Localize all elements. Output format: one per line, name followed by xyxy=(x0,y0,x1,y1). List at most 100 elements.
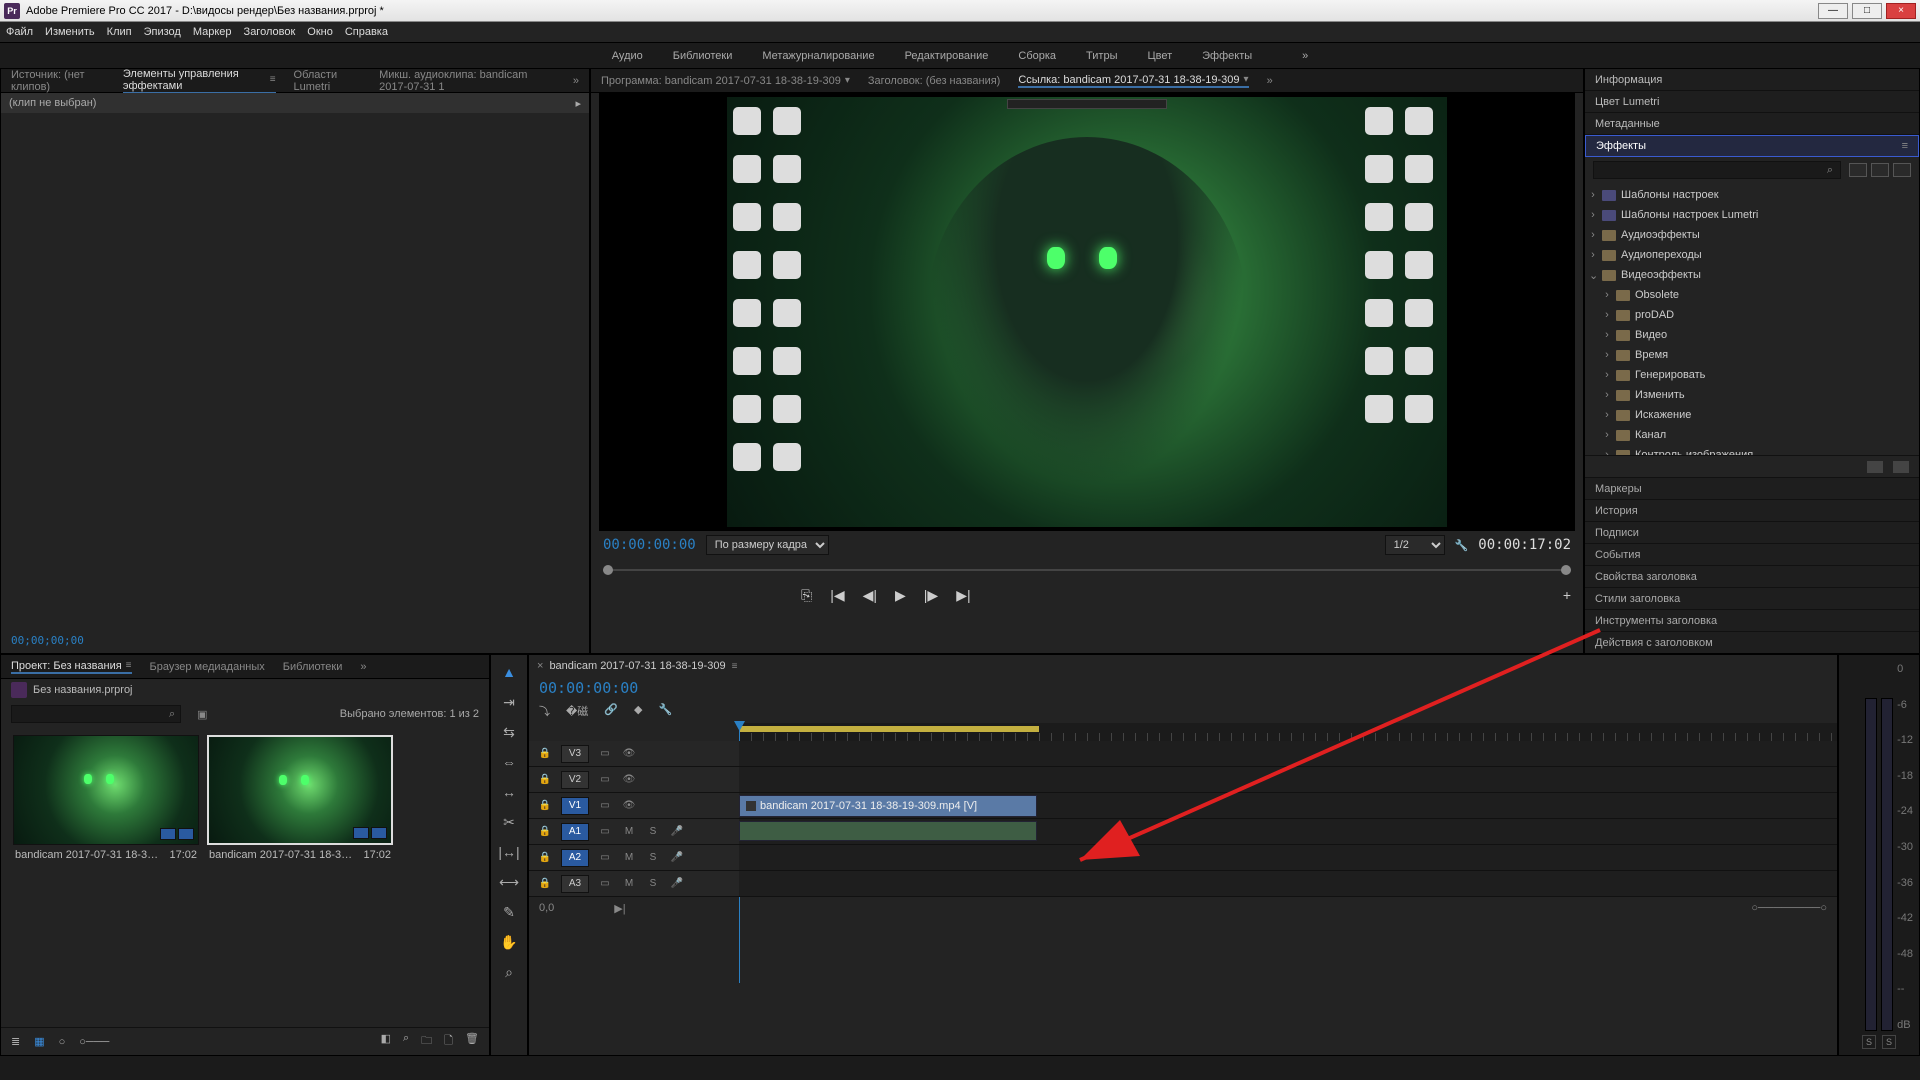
mark-in-button[interactable]: ⎘ xyxy=(801,587,812,604)
effects-node[interactable]: ›Контроль изображения xyxy=(1589,445,1915,455)
effects-node[interactable]: ›Аудиоэффекты xyxy=(1589,225,1915,245)
panel-menu-icon[interactable]: ≡ xyxy=(270,74,276,85)
menu-sequence[interactable]: Эпизод xyxy=(144,26,181,38)
step-back-button[interactable]: ◀| xyxy=(863,587,877,604)
rate-tool-icon[interactable]: ↔ xyxy=(498,781,520,803)
workspace-editing[interactable]: Редактирование xyxy=(905,50,989,62)
zoom-fit-select[interactable]: По размеру кадра xyxy=(706,535,829,555)
accel-filter-icon[interactable] xyxy=(1849,163,1867,177)
next-edit-icon[interactable]: ▶| xyxy=(614,902,625,915)
menu-title[interactable]: Заголовок xyxy=(244,26,296,38)
close-sequence-icon[interactable]: × xyxy=(537,660,543,672)
tab-program[interactable]: Программа: bandicam 2017-07-31 18-38-19-… xyxy=(601,75,850,87)
panel-menu-icon[interactable]: ≡ xyxy=(732,661,738,672)
lock-icon[interactable]: 🔒 xyxy=(537,876,553,892)
pen-tool-icon[interactable]: ✎ xyxy=(498,901,520,923)
sync-lock-icon[interactable]: ▭ xyxy=(597,798,613,814)
button-editor-icon[interactable]: + xyxy=(1563,587,1571,603)
step-forward-button[interactable]: |▶ xyxy=(924,587,938,604)
toggle-output-icon[interactable]: 👁 xyxy=(621,746,637,762)
menu-window[interactable]: Окно xyxy=(307,26,333,38)
track-target[interactable]: A3 xyxy=(561,875,589,893)
selection-tool-icon[interactable]: ▲ xyxy=(498,661,520,683)
workspace-assembly[interactable]: Сборка xyxy=(1018,50,1056,62)
tab-lumetri-scopes[interactable]: Области Lumetri xyxy=(294,69,362,93)
effects-node[interactable]: ⌄Видеоэффекты xyxy=(1589,265,1915,285)
playback-res-select[interactable]: 1/2 xyxy=(1385,535,1445,555)
program-scrubber[interactable] xyxy=(603,563,1571,577)
find-icon[interactable]: ⌕ xyxy=(403,1032,409,1051)
sync-lock-icon[interactable]: ▭ xyxy=(597,772,613,788)
toggle-output-icon[interactable]: M xyxy=(621,824,637,840)
effects-node[interactable]: ›Время xyxy=(1589,345,1915,365)
icon-view-icon[interactable]: ▦ xyxy=(34,1035,44,1048)
ripple-tool-icon[interactable]: ⇆ xyxy=(498,721,520,743)
insert-icon[interactable]: ⤵ xyxy=(539,703,550,719)
tab-project[interactable]: Проект: Без названия ≡ xyxy=(11,660,132,674)
time-ruler[interactable] xyxy=(739,723,1837,741)
solo-icon[interactable]: S xyxy=(645,850,661,866)
list-view-icon[interactable]: ≣ xyxy=(11,1035,20,1048)
collapsed-panel[interactable]: Подписи xyxy=(1585,521,1919,543)
menu-edit[interactable]: Изменить xyxy=(45,26,95,38)
audio-track[interactable]: 🔒A1▭MS🎤 xyxy=(529,819,1837,845)
zoom-scrollbar[interactable]: ○────────○ xyxy=(1751,902,1827,914)
effects-node[interactable]: ›Генерировать xyxy=(1589,365,1915,385)
effects-node[interactable]: ›Искажение xyxy=(1589,405,1915,425)
tab-reference[interactable]: Ссылка: bandicam 2017-07-31 18-38-19-309… xyxy=(1018,74,1248,88)
toggle-output-icon[interactable]: M xyxy=(621,850,637,866)
effects-node[interactable]: ›Шаблоны настроек Lumetri xyxy=(1589,205,1915,225)
workspace-color[interactable]: Цвет xyxy=(1147,50,1172,62)
project-item[interactable]: bandicam 2017-07-31 18-3…17:02 xyxy=(13,735,199,865)
delete-icon[interactable] xyxy=(1893,461,1909,473)
audio-track[interactable]: 🔒A2▭MS🎤 xyxy=(529,845,1837,871)
effect-timecode[interactable]: 00;00;00;00 xyxy=(1,628,589,653)
marker-icon[interactable]: ◆ xyxy=(634,703,642,719)
clear-icon[interactable]: 🗑 xyxy=(465,1032,479,1051)
collapsed-panel[interactable]: Маркеры xyxy=(1585,477,1919,499)
lock-icon[interactable]: 🔒 xyxy=(537,850,553,866)
menu-help[interactable]: Справка xyxy=(345,26,388,38)
slide-tool-icon[interactable]: ⟷ xyxy=(498,871,520,893)
yuv-filter-icon[interactable] xyxy=(1893,163,1911,177)
workspace-audio[interactable]: Аудио xyxy=(612,50,643,62)
hand-tool-icon[interactable]: ✋ xyxy=(498,931,520,953)
audio-track[interactable]: 🔒A3▭MS🎤 xyxy=(529,871,1837,897)
track-select-tool-icon[interactable]: ⇥ xyxy=(498,691,520,713)
linked-sel-icon[interactable]: 🔗 xyxy=(604,703,618,719)
new-bin-icon[interactable] xyxy=(1867,461,1883,473)
panel-info[interactable]: Информация xyxy=(1585,69,1919,91)
toggle-output-icon[interactable]: 👁 xyxy=(621,772,637,788)
workspace-libraries[interactable]: Библиотеки xyxy=(673,50,733,62)
zoom-slider[interactable]: ○─── xyxy=(79,1036,109,1048)
32bit-filter-icon[interactable] xyxy=(1871,163,1889,177)
collapsed-panel[interactable]: Действия с заголовком xyxy=(1585,631,1919,653)
new-bin-icon[interactable]: 🗀 xyxy=(421,1032,432,1051)
track-target[interactable]: A1 xyxy=(561,823,589,841)
sync-lock-icon[interactable]: ▭ xyxy=(597,824,613,840)
track-target[interactable]: V3 xyxy=(561,745,589,763)
slip-tool-icon[interactable]: |↔| xyxy=(498,841,520,863)
goto-out-button[interactable]: ▶| xyxy=(956,587,970,604)
program-viewport[interactable] xyxy=(599,93,1575,531)
toggle-output-icon[interactable]: 👁 xyxy=(621,798,637,814)
solo-left[interactable]: S xyxy=(1862,1035,1876,1049)
collapsed-panel[interactable]: История xyxy=(1585,499,1919,521)
sync-lock-icon[interactable]: ▭ xyxy=(597,850,613,866)
zoom-tool-icon[interactable]: ⌕ xyxy=(498,961,520,983)
menu-marker[interactable]: Маркер xyxy=(193,26,232,38)
project-item[interactable]: bandicam 2017-07-31 18-3…17:02 xyxy=(207,735,393,865)
effects-node[interactable]: ›Видео xyxy=(1589,325,1915,345)
project-search-input[interactable] xyxy=(11,705,181,723)
panel-lumetri-color[interactable]: Цвет Lumetri xyxy=(1585,91,1919,113)
tab-overflow[interactable]: » xyxy=(360,661,366,673)
effects-node[interactable]: ›Шаблоны настроек xyxy=(1589,185,1915,205)
toggle-output-icon[interactable]: M xyxy=(621,876,637,892)
lock-icon[interactable]: 🔒 xyxy=(537,746,553,762)
tab-media-browser[interactable]: Браузер медиаданных xyxy=(150,661,265,673)
tab-titler[interactable]: Заголовок: (без названия) xyxy=(868,75,1000,87)
tab-source[interactable]: Источник: (нет клипов) xyxy=(11,69,105,93)
sync-lock-icon[interactable]: ▭ xyxy=(597,876,613,892)
video-track[interactable]: 🔒V3▭👁 xyxy=(529,741,1837,767)
workspace-titles[interactable]: Титры xyxy=(1086,50,1117,62)
